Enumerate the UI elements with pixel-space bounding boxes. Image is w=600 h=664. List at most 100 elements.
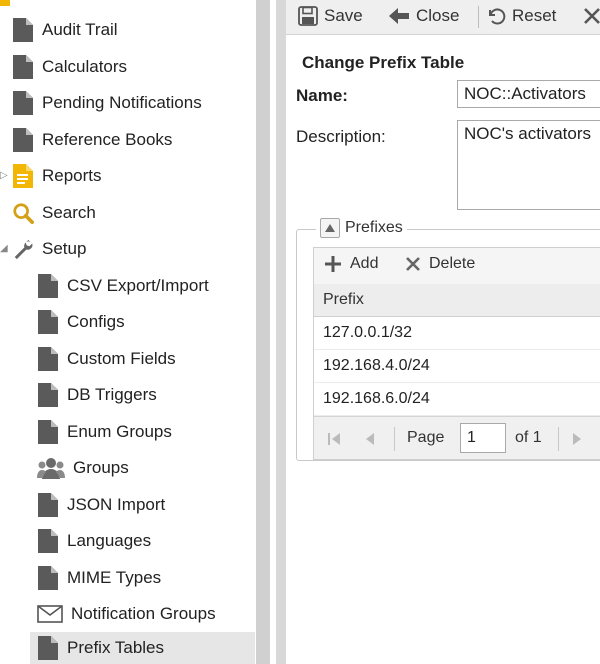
- tree-item-label: Custom Fields: [67, 349, 176, 368]
- delete-button[interactable]: Delete: [405, 255, 475, 273]
- save-button[interactable]: Save: [298, 4, 363, 28]
- close-button[interactable]: Close: [388, 4, 459, 28]
- close-label: Close: [416, 6, 460, 25]
- tree-item-reference-books[interactable]: Reference Books: [12, 124, 172, 156]
- tree-item-label: Languages: [67, 531, 152, 550]
- tree-item-label: DB Triggers: [67, 385, 157, 404]
- tree-item-label: CSV Export/Import: [67, 276, 209, 295]
- document-icon: [38, 493, 58, 517]
- document-icon: [38, 529, 58, 553]
- document-icon: [38, 383, 58, 407]
- tree-item-mime-types[interactable]: MIME Types: [37, 562, 161, 594]
- edit-form-panel: Save Close Reset Change Prefix Table Nam…: [286, 0, 600, 664]
- table-row[interactable]: 127.0.0.1/32: [314, 317, 600, 350]
- tree-item-calculators[interactable]: Calculators: [12, 51, 127, 83]
- tree-item-label: MIME Types: [67, 568, 162, 587]
- page-count-label: of 1: [515, 429, 542, 446]
- document-icon: [13, 55, 33, 79]
- prefix-cell: 192.168.6.0/24: [323, 390, 430, 407]
- name-input[interactable]: [457, 80, 600, 108]
- document-icon: [38, 310, 58, 334]
- tree-item-configs[interactable]: Configs: [37, 306, 125, 338]
- document-icon: [13, 18, 33, 42]
- envelope-icon: [37, 605, 63, 623]
- tree-item-label: Calculators: [42, 57, 128, 76]
- close-x-icon: [584, 8, 600, 24]
- tree-item-label: Prefix Tables: [67, 638, 165, 657]
- tree-item-label: Groups: [73, 458, 129, 477]
- tree-item-label: Configs: [67, 312, 125, 331]
- toolbar-separator: [478, 6, 479, 28]
- document-icon: [13, 128, 33, 152]
- tree-item-reports[interactable]: Reports: [12, 160, 102, 192]
- panel-border: [276, 0, 286, 664]
- prefixes-grid: Add Delete Prefix 127.0.0.1/32 192.168.4…: [313, 247, 600, 460]
- tree-item-db-triggers[interactable]: DB Triggers: [37, 379, 157, 411]
- triangle-up-icon: [325, 224, 335, 232]
- delete-label: Delete: [429, 255, 476, 272]
- next-page-icon[interactable]: [571, 431, 583, 447]
- tree-item-groups[interactable]: Groups: [37, 452, 129, 484]
- partial-item-icon: [0, 0, 10, 6]
- page-label: Page: [407, 429, 445, 446]
- document-icon: [38, 347, 58, 371]
- tree-item-label: Reports: [42, 166, 102, 185]
- table-row[interactable]: 192.168.4.0/24: [314, 350, 600, 383]
- delete-form-button[interactable]: [583, 4, 600, 28]
- page-number-input[interactable]: [460, 423, 506, 453]
- name-label: Name:: [296, 86, 348, 105]
- sidebar-splitter[interactable]: [256, 0, 270, 664]
- tree-item-label: Notification Groups: [71, 604, 216, 623]
- prefixes-legend: Prefixes: [316, 218, 407, 238]
- form-title: Change Prefix Table: [302, 53, 465, 72]
- reset-button[interactable]: Reset: [486, 4, 556, 28]
- tree-item-setup[interactable]: Setup: [12, 233, 86, 265]
- arrow-left-icon: [389, 8, 409, 24]
- column-header-label: Prefix: [323, 291, 364, 308]
- prefix-cell: 127.0.0.1/32: [323, 324, 412, 341]
- prev-page-icon[interactable]: [364, 431, 376, 447]
- pager-separator: [394, 427, 395, 451]
- document-icon: [38, 636, 58, 660]
- add-label: Add: [350, 255, 379, 272]
- add-button[interactable]: Add: [324, 255, 378, 273]
- wrench-icon: [14, 239, 33, 260]
- reset-label: Reset: [512, 6, 557, 25]
- tree-item-label: Pending Notifications: [42, 93, 202, 112]
- expand-arrow-icon[interactable]: ▷: [0, 170, 8, 181]
- tree-item-pending-notifications[interactable]: Pending Notifications: [12, 87, 202, 119]
- document-icon: [38, 420, 58, 444]
- tree-item-search[interactable]: Search: [12, 197, 96, 229]
- column-header-prefix[interactable]: Prefix: [314, 284, 600, 317]
- table-row[interactable]: 192.168.6.0/24: [314, 383, 600, 416]
- tree-item-prefix-tables[interactable]: Prefix Tables: [30, 632, 255, 664]
- report-icon: [13, 164, 33, 188]
- tree-item-notification-groups[interactable]: Notification Groups: [37, 598, 216, 630]
- search-icon: [13, 203, 34, 224]
- collapse-arrow-icon[interactable]: ◢: [0, 243, 8, 254]
- tree-item-json-import[interactable]: JSON Import: [37, 489, 165, 521]
- floppy-disk-icon: [298, 6, 318, 26]
- tree-item-label: Audit Trail: [42, 20, 118, 39]
- form-toolbar: Save Close Reset: [286, 0, 600, 35]
- description-textarea[interactable]: NOC's activators: [457, 120, 600, 210]
- document-icon: [13, 91, 33, 115]
- tree-item-label: Reference Books: [42, 130, 173, 149]
- collapse-toggle[interactable]: [320, 218, 340, 238]
- description-label: Description:: [296, 127, 386, 146]
- tree-item-audit-trail[interactable]: Audit Trail: [12, 14, 118, 46]
- tree-item-label: Enum Groups: [67, 422, 172, 441]
- prefixes-legend-label: Prefixes: [345, 219, 403, 236]
- tree-item-label: JSON Import: [67, 495, 166, 514]
- tree-item-label: Search: [42, 203, 96, 222]
- tree-item-enum-groups[interactable]: Enum Groups: [37, 416, 172, 448]
- tree-item-custom-fields[interactable]: Custom Fields: [37, 343, 176, 375]
- grid-pager: Page of 1: [314, 416, 600, 459]
- prefix-cell: 192.168.4.0/24: [323, 357, 430, 374]
- plus-icon: [325, 256, 341, 272]
- tree-item-csv-export-import[interactable]: CSV Export/Import: [37, 270, 209, 302]
- grid-toolbar: Add Delete: [314, 248, 600, 285]
- group-icon: [37, 458, 65, 479]
- tree-item-languages[interactable]: Languages: [37, 525, 151, 557]
- first-page-icon[interactable]: [326, 431, 342, 447]
